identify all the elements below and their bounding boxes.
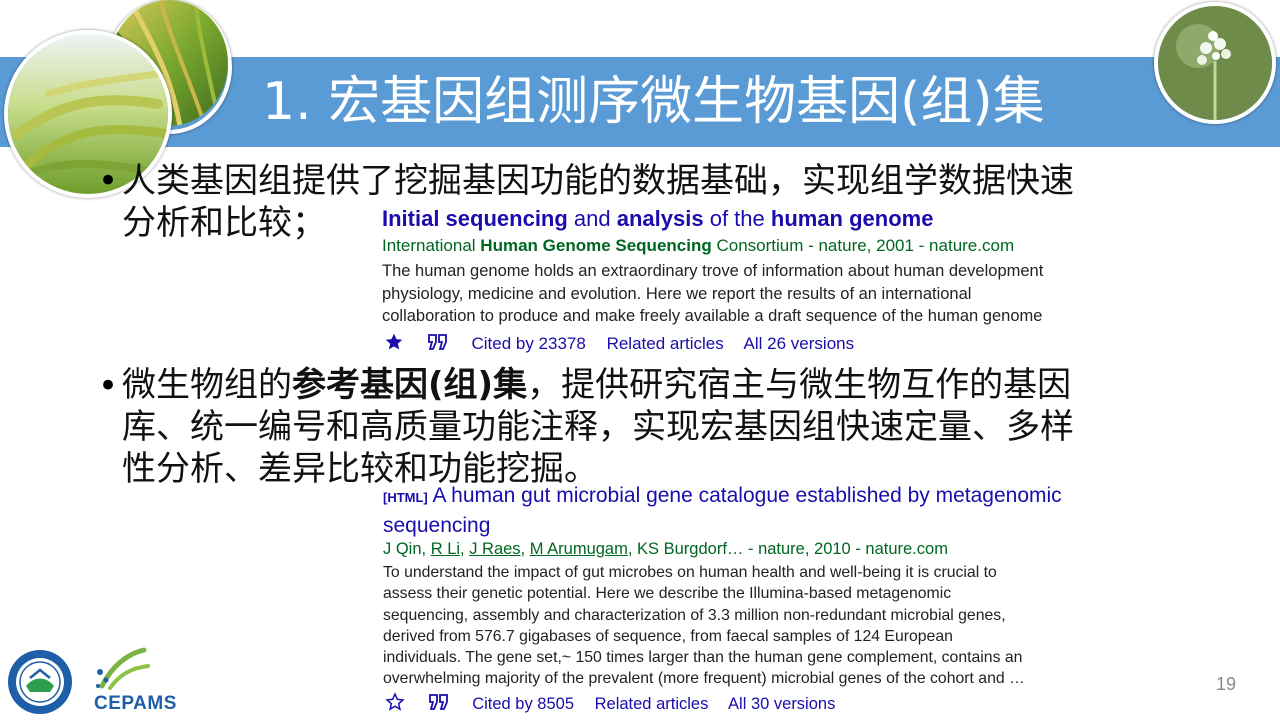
result-1-snippet: The human genome holds an extraordinary … — [382, 260, 1043, 328]
result-2-snippet-line: individuals. The gene set,~ 150 times la… — [383, 649, 1023, 667]
bullet-dot: • — [98, 366, 119, 406]
result-1-source-part: Human Genome Sequencing — [480, 236, 712, 255]
result-2-source: J Qin, R Li, J Raes, M Arumugam, KS Burg… — [383, 540, 948, 558]
bullet-2-bold-phrase: 参考基因(组)集 — [292, 365, 528, 405]
result-2-related-link[interactable]: Related articles — [595, 695, 709, 713]
result-2-html-tag[interactable]: [HTML] — [383, 490, 428, 505]
result-2-author-link[interactable]: R Li — [431, 540, 460, 558]
arabidopsis-photo — [1158, 6, 1272, 120]
result-2-author-link[interactable]: J Raes — [469, 540, 520, 558]
result-2-snippet-line: overwhelming majority of the prevalent (… — [383, 670, 1025, 688]
result-2-snippet-line: To understand the impact of gut microbes… — [383, 564, 997, 581]
result-1-source: International Human Genome Sequencing Co… — [382, 235, 1014, 257]
cepams-logo — [92, 646, 152, 692]
result-1-title-part: of the — [703, 206, 771, 231]
result-1-source-part: Consortium - nature, 2001 - nature.com — [711, 236, 1015, 255]
bullet-2-line-2: 库、统一编号和高质量功能注释，实现宏基因组快速定量、多样 — [122, 407, 1074, 447]
bullet-2-text: 微生物组的参考基因(组)集，提供研究宿主与微生物互作的基因 库、统一编号和高质量… — [122, 364, 1074, 490]
result-2-source-rest: , KS Burgdorf… - nature, 2010 - nature.c… — [627, 540, 948, 558]
result-2-title[interactable]: [HTML] A human gut microbial gene catalo… — [383, 482, 1062, 540]
cepams-logo-text: CEPAMS — [94, 693, 177, 714]
result-2-author-link[interactable]: M Arumugam — [530, 540, 628, 558]
star-outline-icon[interactable] — [385, 692, 405, 718]
result-1-snippet-line: physiology, medicine and evolution. Here… — [382, 284, 972, 303]
result-1-snippet-line: The human genome holds an extraordinary … — [382, 262, 1044, 280]
result-1-links: Cited by 23378 Related articles All 26 v… — [384, 332, 870, 358]
result-1-versions-link[interactable]: All 26 versions — [744, 334, 855, 353]
result-2-cited-by-link[interactable]: Cited by 8505 — [472, 695, 574, 713]
result-1-related-link[interactable]: Related articles — [607, 334, 724, 353]
result-2-versions-link[interactable]: All 30 versions — [728, 695, 835, 713]
result-1-title-part: and — [567, 206, 617, 231]
bullet-2-line-1: 微生物组的参考基因(组)集，提供研究宿主与微生物互作的基因 — [122, 364, 1074, 406]
result-2-title-line-2: sequencing — [383, 514, 491, 537]
star-filled-icon[interactable] — [384, 332, 404, 358]
result-1-title[interactable]: Initial sequencing and analysis of the h… — [382, 205, 933, 233]
bullet-2-line-1-pre: 微生物组的 — [122, 365, 292, 405]
result-2-snippet: To understand the impact of gut microbes… — [383, 562, 1025, 690]
result-2-snippet-line: derived from 576.7 gigabases of sequence… — [383, 627, 953, 645]
bullet-1-line-1: 人类基因组提供了挖掘基因功能的数据基础，实现组学数据快速 — [122, 161, 1074, 201]
result-2-title-line-1: A human gut microbial gene catalogue est… — [432, 484, 1062, 507]
result-2-author[interactable]: J Qin — [383, 540, 422, 558]
result-1-title-part: Initial sequencing — [382, 206, 568, 231]
cite-quote-icon[interactable] — [427, 333, 449, 357]
page-number: 19 — [1215, 674, 1236, 694]
result-2-snippet-line: sequencing, assembly and characterizatio… — [383, 606, 1006, 624]
bullet-dot: • — [98, 161, 119, 201]
result-1-title-part: analysis — [616, 206, 704, 231]
result-1-title-part: human genome — [770, 206, 934, 231]
bullet-2-line-1-post: ，提供研究宿主与微生物互作的基因 — [527, 365, 1072, 405]
result-1-snippet-line: collaboration to produce and make freely… — [382, 307, 1043, 325]
result-2-links: Cited by 8505 Related articles All 30 ve… — [385, 692, 851, 718]
cite-quote-icon[interactable] — [428, 693, 450, 717]
result-1-cited-by-link[interactable]: Cited by 23378 — [471, 334, 585, 353]
university-seal-logo — [6, 648, 74, 716]
result-2-snippet-line: assess their genetic potential. Here we … — [383, 585, 952, 603]
slide-title: 1. 宏基因组测序微生物基因(组)集 — [262, 72, 1045, 132]
result-1-source-part: International — [382, 236, 481, 255]
